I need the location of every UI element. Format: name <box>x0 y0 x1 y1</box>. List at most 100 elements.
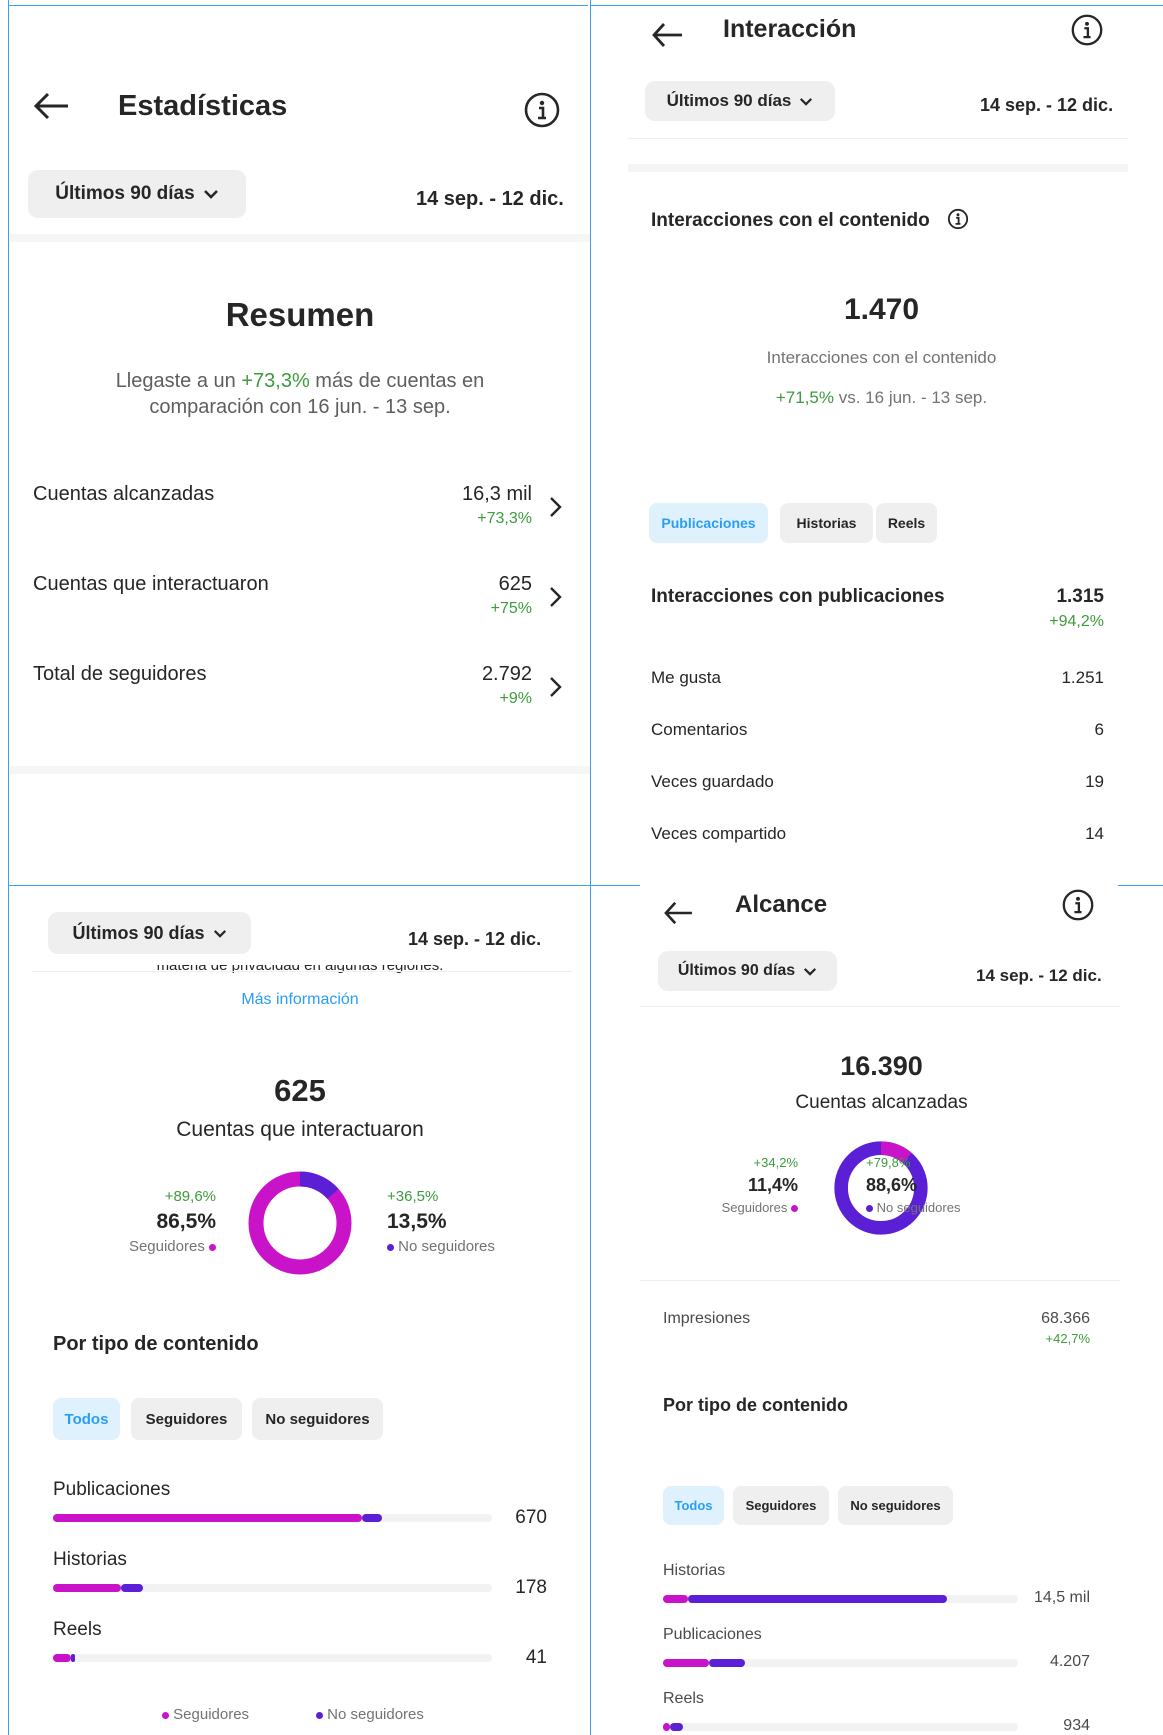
bar-label: Historias <box>53 1549 127 1570</box>
tab-todos[interactable]: Todos <box>53 1398 120 1440</box>
engaged-total-label: Cuentas que interactuaron <box>176 1118 424 1141</box>
followers-dot <box>209 1243 216 1251</box>
engaged-accounts-panel: Últimos 90 días 14 sep. - 12 dic. materi… <box>0 885 590 1735</box>
content-type-title: Por tipo de contenido <box>663 1395 848 1415</box>
date-range: 14 sep. - 12 dic. <box>976 966 1102 985</box>
chevron-right-icon[interactable] <box>548 676 562 703</box>
comparison-change: +71,5% <box>775 388 835 407</box>
legend-followers: Seguidores <box>162 1706 249 1723</box>
summary-text-line2: comparación con 16 jun. - 13 sep. <box>149 396 451 418</box>
tab-reels[interactable]: Reels <box>876 503 937 543</box>
info-icon[interactable] <box>524 92 560 133</box>
bar-non-followers <box>70 1654 75 1662</box>
row-change: +73,3% <box>477 510 532 527</box>
engaged-donut-chart <box>248 1171 352 1275</box>
row-label: Cuentas que interactuaron <box>33 573 269 595</box>
followers-legend: Seguidores <box>650 1200 798 1215</box>
followers-change: +34,2% <box>753 1155 798 1170</box>
section-title: Interacciones con el contenido <box>651 210 930 231</box>
back-arrow-icon[interactable] <box>662 893 694 933</box>
impressions-value: 68.366 <box>1041 1310 1090 1327</box>
followers-dot <box>162 1711 169 1719</box>
info-icon[interactable] <box>1062 889 1094 926</box>
bar-non-followers <box>670 1723 683 1731</box>
bar-label: Reels <box>53 1619 102 1640</box>
back-arrow-icon[interactable] <box>650 16 684 56</box>
border-line <box>8 885 590 886</box>
followers-dot <box>791 1205 798 1213</box>
followers-legend: Seguidores <box>90 1238 216 1255</box>
row-value: 625 <box>498 573 532 595</box>
summary-text: Llegaste a un +73,3% más de cuentas en <box>115 370 485 392</box>
period-dropdown[interactable]: Últimos 90 días <box>645 81 835 121</box>
border-line <box>590 5 1163 6</box>
non-followers-legend: No seguidores <box>387 1238 495 1255</box>
back-arrow-icon[interactable] <box>32 88 70 128</box>
info-icon[interactable] <box>1071 14 1103 51</box>
divider <box>640 1006 1120 1007</box>
tab-todos[interactable]: Todos <box>663 1486 724 1525</box>
bar-label: Publicaciones <box>53 1479 171 1500</box>
row-value: 1.251 <box>1061 668 1104 687</box>
row-label: Veces guardado <box>651 772 774 791</box>
legend-non-followers-label: No seguidores <box>327 1706 424 1723</box>
non-followers-legend: No seguidores <box>866 1200 960 1215</box>
total-interactions-label: Interacciones con el contenido <box>766 348 997 367</box>
border-line <box>590 885 591 1735</box>
bar-value: 4.207 <box>1049 1653 1090 1670</box>
row-change: +9% <box>499 690 532 707</box>
bar-followers <box>53 1654 71 1662</box>
chevron-down-icon <box>800 97 813 106</box>
content-type-title: Por tipo de contenido <box>53 1333 259 1355</box>
period-dropdown[interactable]: Últimos 90 días <box>28 170 246 218</box>
tab-publicaciones[interactable]: Publicaciones <box>649 503 768 543</box>
followers-percent: 11,4% <box>747 1175 798 1195</box>
chevron-right-icon[interactable] <box>548 496 562 523</box>
border-line <box>8 5 588 6</box>
summary-title: Resumen <box>225 296 375 333</box>
non-followers-label: No seguidores <box>398 1238 495 1255</box>
bar-label: Historias <box>663 1562 726 1579</box>
cut-off-text: materia de privacidad en algunas regione… <box>156 965 444 974</box>
impressions-label: Impresiones <box>663 1310 751 1327</box>
tab-seguidores[interactable]: Seguidores <box>733 1486 829 1525</box>
non-followers-percent: 13,5% <box>387 1210 447 1233</box>
period-dropdown[interactable]: Últimos 90 días <box>658 951 837 991</box>
tab-no-seguidores[interactable]: No seguidores <box>252 1398 383 1440</box>
tab-historias[interactable]: Historias <box>780 503 873 543</box>
page-title: Alcance <box>735 891 828 918</box>
bar-non-followers <box>709 1659 745 1667</box>
bar-non-followers <box>687 1595 947 1603</box>
bar-followers <box>53 1514 363 1522</box>
divider <box>10 234 590 242</box>
divider <box>32 971 572 972</box>
bar-track <box>53 1654 492 1662</box>
row-label: Cuentas alcanzadas <box>33 483 215 505</box>
bar-value: 934 <box>1063 1717 1090 1734</box>
chevron-down-icon <box>203 190 218 199</box>
row-value: 16,3 mil <box>461 483 532 505</box>
divider <box>628 164 1128 172</box>
divider <box>640 1280 1120 1281</box>
row-value: 6 <box>1094 720 1104 739</box>
date-range: 14 sep. - 12 dic. <box>408 929 542 949</box>
border-line <box>1118 885 1163 886</box>
tab-no-seguidores[interactable]: No seguidores <box>838 1486 953 1525</box>
followers-label: Seguidores <box>128 1238 205 1255</box>
followers-percent: 86,5% <box>156 1210 216 1233</box>
row-label: Me gusta <box>651 668 721 687</box>
more-info-link[interactable]: Más información <box>0 991 590 1009</box>
followers-label: Seguidores <box>721 1200 788 1215</box>
bar-followers <box>53 1584 122 1592</box>
reach-total: 16.390 <box>840 1051 923 1081</box>
row-value: 14 <box>1085 824 1104 843</box>
row-value: 2.792 <box>481 663 532 685</box>
row-label: Comentarios <box>651 720 748 739</box>
chevron-right-icon[interactable] <box>548 586 562 613</box>
date-range: 14 sep. - 12 dic. <box>416 188 564 210</box>
tab-seguidores[interactable]: Seguidores <box>131 1398 242 1440</box>
total-interactions: 1.470 <box>843 293 920 326</box>
chevron-down-icon <box>804 967 817 976</box>
info-icon[interactable] <box>947 208 969 235</box>
period-dropdown[interactable]: Últimos 90 días <box>48 912 251 954</box>
